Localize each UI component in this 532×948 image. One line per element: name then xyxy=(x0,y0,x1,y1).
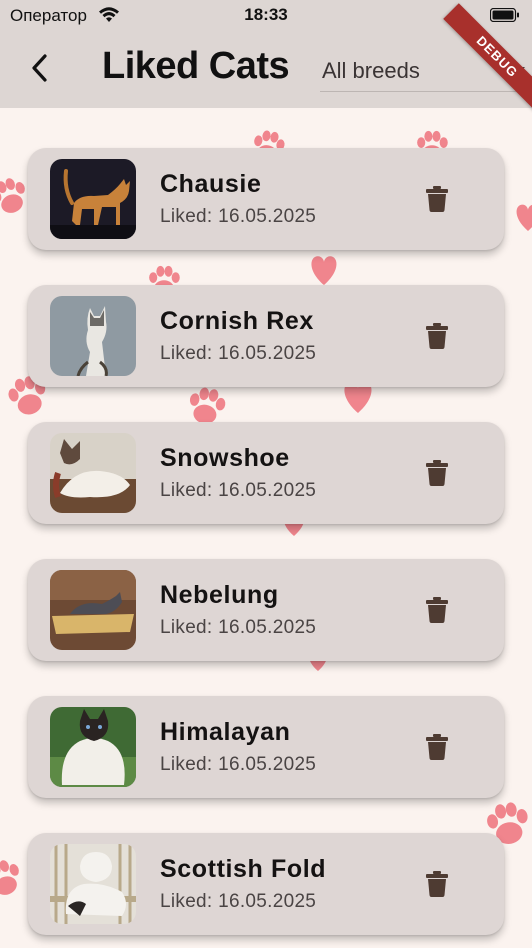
delete-button[interactable] xyxy=(420,592,454,628)
liked-cat-card[interactable]: Snowshoe Liked: 16.05.2025 xyxy=(28,422,504,524)
trash-icon xyxy=(426,871,448,897)
cat-photo xyxy=(50,159,136,239)
liked-date: Liked: 16.05.2025 xyxy=(160,754,317,775)
trash-icon xyxy=(426,186,448,212)
breed-name: Chausie xyxy=(160,170,262,198)
breed-name: Snowshoe xyxy=(160,444,290,472)
delete-button[interactable] xyxy=(420,318,454,354)
liked-cat-card[interactable]: Scottish Fold Liked: 16.05.2025 xyxy=(28,833,504,935)
app-bar: Liked Cats All breeds DEBUG xyxy=(0,3,532,111)
page-title: Liked Cats xyxy=(102,45,290,87)
breed-name: Cornish Rex xyxy=(160,307,314,335)
cat-photo xyxy=(50,296,136,376)
trash-icon xyxy=(426,597,448,623)
liked-cat-card[interactable]: Cornish Rex Liked: 16.05.2025 xyxy=(28,285,504,387)
delete-button[interactable] xyxy=(420,181,454,217)
liked-date: Liked: 16.05.2025 xyxy=(160,891,317,912)
delete-button[interactable] xyxy=(420,729,454,765)
cat-photo xyxy=(50,433,136,513)
breed-name: Scottish Fold xyxy=(160,855,327,883)
breed-name: Himalayan xyxy=(160,718,291,746)
liked-date: Liked: 16.05.2025 xyxy=(160,206,317,227)
breed-filter-value: All breeds xyxy=(322,58,420,83)
cat-photo xyxy=(50,844,136,924)
breed-name: Nebelung xyxy=(160,581,279,609)
liked-cat-card[interactable]: Chausie Liked: 16.05.2025 xyxy=(28,148,504,250)
chevron-left-icon xyxy=(32,54,47,82)
cat-photo xyxy=(50,570,136,650)
trash-icon xyxy=(426,323,448,349)
trash-icon xyxy=(426,734,448,760)
delete-button[interactable] xyxy=(420,866,454,902)
liked-date: Liked: 16.05.2025 xyxy=(160,617,317,638)
liked-date: Liked: 16.05.2025 xyxy=(160,480,317,501)
trash-icon xyxy=(426,460,448,486)
back-button[interactable] xyxy=(22,50,58,86)
cat-photo xyxy=(50,707,136,787)
liked-cat-card[interactable]: Himalayan Liked: 16.05.2025 xyxy=(28,696,504,798)
liked-cats-list: Chausie Liked: 16.05.2025 Cornish Rex Li… xyxy=(0,108,532,948)
liked-cat-card[interactable]: Nebelung Liked: 16.05.2025 xyxy=(28,559,504,661)
battery-icon xyxy=(489,7,520,23)
delete-button[interactable] xyxy=(420,455,454,491)
liked-date: Liked: 16.05.2025 xyxy=(160,343,317,364)
